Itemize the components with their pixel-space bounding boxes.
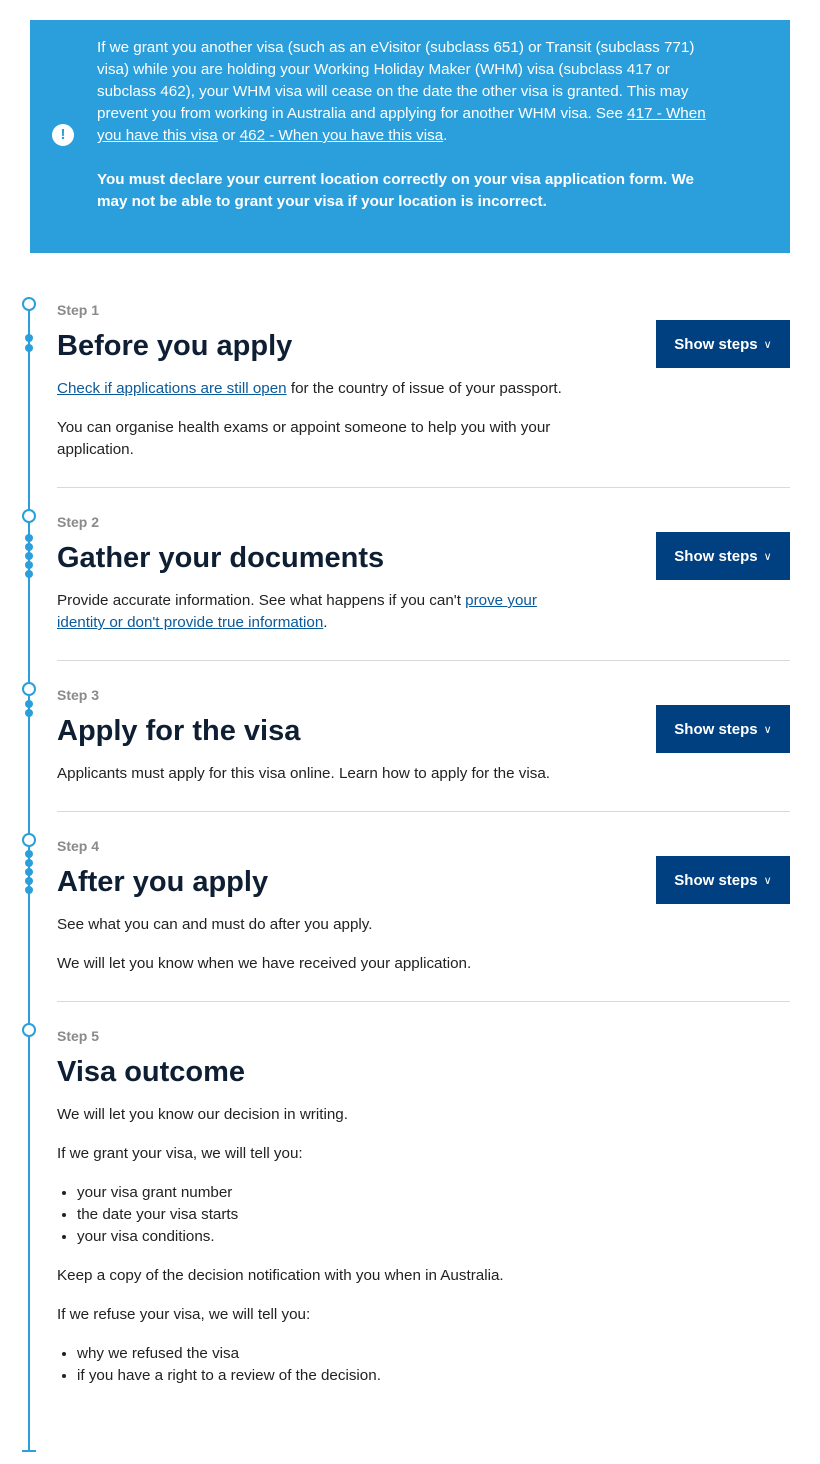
step-label: Step 4 xyxy=(57,838,100,854)
step-3-marker xyxy=(22,682,36,696)
step-text-rest: for the country of issue of your passpor… xyxy=(286,380,562,397)
step-3: Step 3 Apply for the visa Applicants mus… xyxy=(57,685,790,802)
list-item: why we refused the visa xyxy=(77,1343,790,1365)
chevron-down-icon: ∨ xyxy=(763,874,772,887)
collapsed-dot xyxy=(25,344,33,352)
list-item: your visa grant number xyxy=(77,1182,790,1204)
step-text: We will let you know our decision in wri… xyxy=(57,1106,348,1123)
button-label: Show steps xyxy=(674,335,758,353)
collapsed-dot xyxy=(25,868,33,876)
notice-location-warning: You must declare your current location c… xyxy=(97,171,694,210)
step-label: Step 5 xyxy=(57,1028,100,1044)
step-text: Applicants must apply for this visa onli… xyxy=(57,765,551,782)
list-item: if you have a right to a review of the d… xyxy=(77,1365,790,1387)
notice-text-or: or xyxy=(217,127,240,144)
chevron-down-icon: ∨ xyxy=(763,338,772,351)
step-label: Step 3 xyxy=(57,687,100,703)
collapsed-dot xyxy=(25,709,33,717)
chevron-down-icon: ∨ xyxy=(763,723,772,736)
link-462-when-you-have-visa[interactable]: 462 - When you have this visa xyxy=(240,127,443,144)
collapsed-dot xyxy=(25,543,33,551)
divider xyxy=(57,487,790,488)
step-text: Check if applications are still open for… xyxy=(57,378,617,400)
step-4-marker xyxy=(22,833,36,847)
divider xyxy=(57,660,790,661)
divider xyxy=(57,811,790,812)
step-4: Step 4 After you apply See what you can … xyxy=(57,836,790,992)
show-steps-button[interactable]: Show steps ∨ xyxy=(656,320,790,368)
step-text: If we grant your visa, we will tell you: xyxy=(57,1145,303,1162)
collapsed-dot xyxy=(25,850,33,858)
button-label: Show steps xyxy=(674,547,758,565)
check-applications-open-link[interactable]: Check if applications are still open xyxy=(57,380,287,397)
step-text: Keep a copy of the decision notification… xyxy=(57,1267,504,1284)
collapsed-dot xyxy=(25,859,33,867)
collapsed-dot xyxy=(25,534,33,542)
step-title: Visa outcome xyxy=(57,1056,246,1088)
collapsed-dot xyxy=(25,552,33,560)
step-1: Step 1 Before you apply Check if applica… xyxy=(57,300,790,478)
step-text: We will let you know when we have receiv… xyxy=(57,955,472,972)
collapsed-dot xyxy=(25,334,33,342)
collapsed-dot xyxy=(25,700,33,708)
list-item: your visa conditions. xyxy=(77,1226,790,1248)
notice-banner: ! If we grant you another visa (such as … xyxy=(30,20,790,253)
show-steps-button[interactable]: Show steps ∨ xyxy=(656,532,790,580)
step-5: Step 5 Visa outcome We will let you know… xyxy=(57,1026,790,1404)
button-label: Show steps xyxy=(674,720,758,738)
step-2-marker xyxy=(22,509,36,523)
step-text: If we refuse your visa, we will tell you… xyxy=(57,1306,311,1323)
step-5-marker xyxy=(22,1023,36,1037)
refuse-list: why we refused the visa if you have a ri… xyxy=(57,1343,790,1387)
collapsed-dot xyxy=(25,561,33,569)
button-label: Show steps xyxy=(674,871,758,889)
grant-list: your visa grant number the date your vis… xyxy=(57,1182,790,1248)
collapsed-dot xyxy=(25,570,33,578)
step-text: Provide accurate information. See what h… xyxy=(57,590,567,634)
show-steps-button[interactable]: Show steps ∨ xyxy=(656,705,790,753)
collapsed-dot xyxy=(25,877,33,885)
step-label: Step 1 xyxy=(57,302,100,318)
step-2: Step 2 Gather your documents Provide acc… xyxy=(57,512,790,651)
step-text-end: . xyxy=(323,614,328,631)
notice-text-end: . xyxy=(443,127,448,144)
step-1-marker xyxy=(22,297,36,311)
divider xyxy=(57,1001,790,1002)
step-text-part: Provide accurate information. See what h… xyxy=(57,592,466,609)
step-label: Step 2 xyxy=(57,514,100,530)
timeline-end xyxy=(22,1450,36,1452)
notice-text: If we grant you another visa (such as an… xyxy=(97,37,710,147)
collapsed-dot xyxy=(25,886,33,894)
show-steps-button[interactable]: Show steps ∨ xyxy=(656,856,790,904)
chevron-down-icon: ∨ xyxy=(763,550,772,563)
notice-text-part: If we grant you another visa (such as an… xyxy=(97,39,695,122)
list-item: the date your visa starts xyxy=(77,1204,790,1226)
step-text: You can organise health exams or appoint… xyxy=(57,419,551,458)
step-text: See what you can and must do after you a… xyxy=(57,916,373,933)
info-icon: ! xyxy=(52,124,74,146)
